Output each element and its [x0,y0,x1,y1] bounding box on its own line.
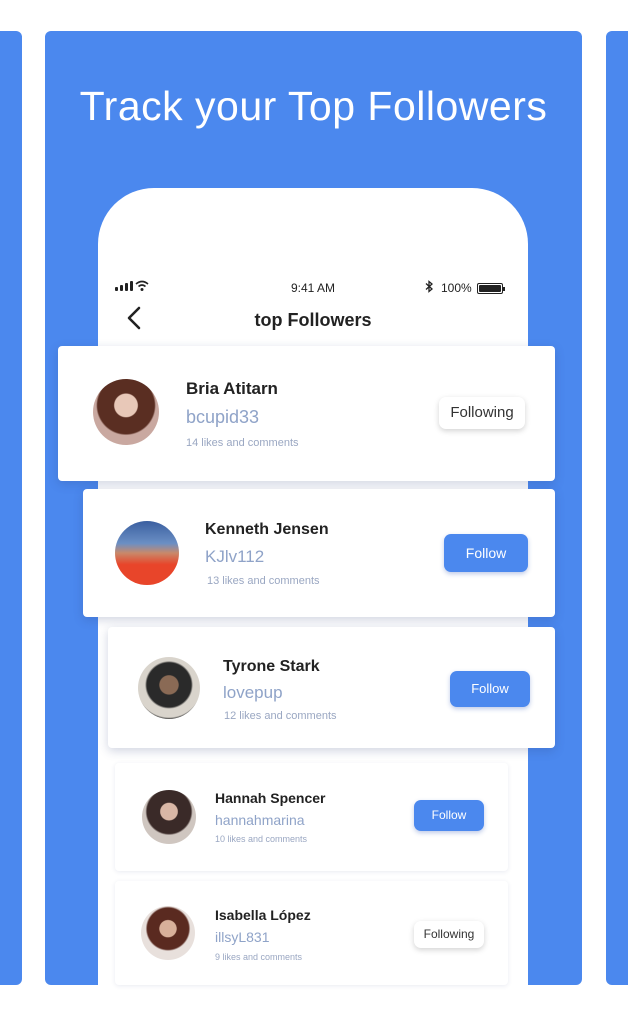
activity-count: 10 likes and comments [215,834,308,844]
follower-card[interactable]: Bria Atitarn bcupid33 14 likes and comme… [58,346,555,481]
activity-count: 13 likes and comments [207,575,320,587]
follower-handle: illsyL831 [215,929,270,945]
bluetooth-icon [425,280,434,296]
activity-count: 12 likes and comments [224,710,337,722]
follow-button[interactable]: Follow [450,671,530,707]
follower-card[interactable]: Kenneth Jensen KJlv112 13 likes and comm… [83,489,555,617]
page-title: top Followers [254,310,372,330]
app-store-screenshot: Track your Top Followers 9:41 AM 100% to… [0,0,628,1024]
follower-card[interactable]: Isabella López illsyL831 9 likes and com… [115,881,508,985]
battery-percent: 100% [441,281,472,295]
previous-screenshot-panel [0,31,22,985]
avatar [142,790,196,844]
follower-handle: hannahmarina [215,812,305,828]
activity-count: 9 likes and comments [215,952,303,962]
follower-name: Bria Atitarn [186,379,278,398]
follower-name: Hannah Spencer [215,790,326,806]
battery-icon [477,283,505,294]
follower-card[interactable]: Hannah Spencer hannahmarina 10 likes and… [115,763,508,871]
follow-button[interactable]: Follow [444,534,528,572]
avatar [138,657,200,719]
follow-button[interactable]: Follow [414,800,484,831]
status-bar: 9:41 AM 100% [98,280,528,296]
follower-name: Kenneth Jensen [205,521,329,538]
follower-handle: KJlv112 [205,547,265,566]
follower-name: Tyrone Stark [223,658,320,675]
follower-name: Isabella López [215,907,311,923]
follower-handle: bcupid33 [186,407,260,427]
avatar [93,379,159,445]
activity-count: 14 likes and comments [186,437,299,449]
next-screenshot-panel [606,31,628,985]
following-button[interactable]: Following [414,921,484,948]
avatar [115,521,179,585]
follower-handle: lovepup [223,683,283,702]
following-button[interactable]: Following [439,397,525,429]
follower-card[interactable]: Tyrone Stark lovepup 12 likes and commen… [108,627,555,748]
headline: Track your Top Followers [79,83,548,129]
avatar [141,906,195,960]
